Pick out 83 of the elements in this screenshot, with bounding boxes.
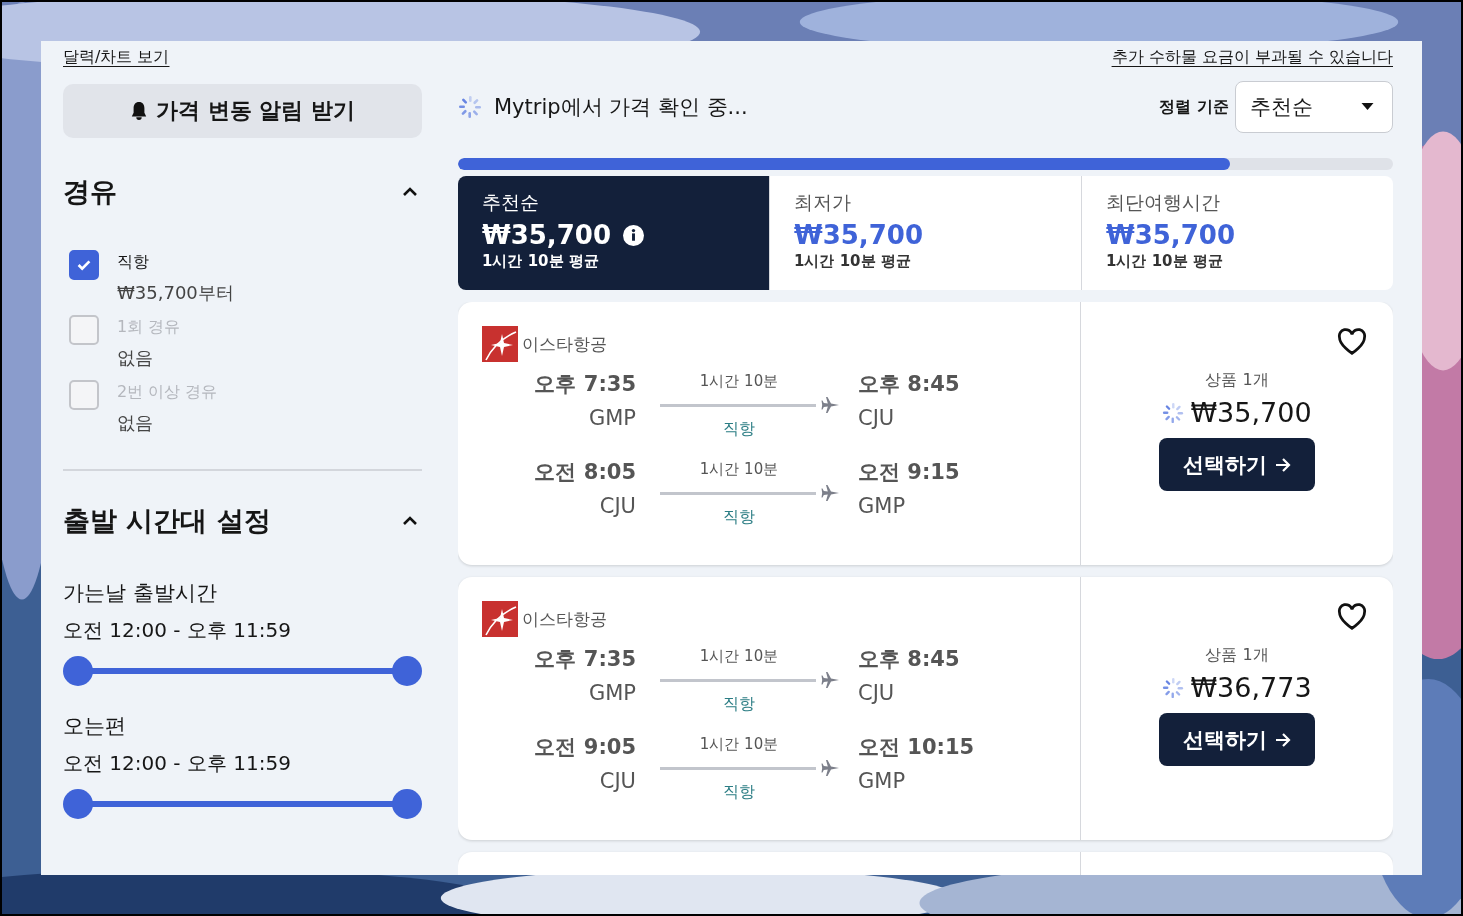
tab-price: ₩35,700 xyxy=(1106,220,1235,250)
range-value: 오전 12:00 - 오후 11:59 xyxy=(63,617,292,644)
flight-duration: 1시간 10분 xyxy=(698,647,780,666)
loading-icon xyxy=(1162,401,1185,424)
arrow-icon xyxy=(1275,732,1291,747)
airport-code: CJU xyxy=(599,494,636,518)
info-icon[interactable] xyxy=(623,224,644,246)
airline-logo-icon xyxy=(482,601,518,637)
slider-handle[interactable] xyxy=(392,656,422,686)
arrival-time: 오후 8:45 xyxy=(858,646,961,673)
option-label: 직항 xyxy=(117,252,150,273)
option-price: 없음 xyxy=(117,346,154,370)
tab-label: 추천순 xyxy=(482,190,540,215)
range-value: 오전 12:00 - 오후 11:59 xyxy=(63,750,292,777)
range-label: 오는편 xyxy=(63,713,127,740)
loading-icon xyxy=(1162,676,1185,699)
flight-duration: 1시간 10분 xyxy=(698,460,780,479)
departure-time: 오후 7:35 xyxy=(534,371,636,398)
tab-label: 최저가 xyxy=(794,190,852,215)
option-price: 없음 xyxy=(117,411,154,435)
tab-duration: 1시간 10분 평균 xyxy=(1106,252,1224,271)
offer-count: 상품 1개 xyxy=(1205,370,1269,391)
arrival-time: 오전 9:15 xyxy=(858,459,961,486)
section-title: 경유 xyxy=(63,175,117,209)
sort-label: 정렬 기준 xyxy=(1159,96,1229,118)
tab-price: ₩35,700 xyxy=(794,220,923,250)
tab-label: 최단여행시간 xyxy=(1106,190,1221,215)
select-button[interactable]: 선택하기 xyxy=(1159,713,1315,766)
airport-code: GMP xyxy=(588,406,636,430)
airport-code: GMP xyxy=(858,494,907,518)
range-slider[interactable] xyxy=(63,789,422,819)
airport-code: CJU xyxy=(858,681,896,705)
sort-tab[interactable]: 최단여행시간 ₩35,700 1시간 10분 평균 xyxy=(1081,176,1393,290)
stops-label: 직항 xyxy=(722,419,756,440)
sort-tab[interactable]: 추천순 ₩35,700 1시간 10분 평균 xyxy=(458,176,769,290)
stops-label: 직항 xyxy=(722,507,756,528)
tab-price: ₩35,700 xyxy=(482,220,611,250)
range-label: 가는날 출발시간 xyxy=(63,580,218,607)
stops-label: 직항 xyxy=(722,694,756,715)
departure-time: 오전 8:05 xyxy=(534,459,636,486)
departure-time: 오후 7:35 xyxy=(534,646,636,673)
heart-icon[interactable] xyxy=(1337,328,1367,356)
airline-name: 이스타항공 xyxy=(522,607,607,631)
chevron-icon[interactable] xyxy=(402,516,418,526)
slider-handle[interactable] xyxy=(63,656,93,686)
range-slider[interactable] xyxy=(63,656,422,686)
arrival-time: 오후 8:45 xyxy=(858,371,961,398)
calendar-chart-link[interactable]: 달력/차트 보기 xyxy=(63,47,170,68)
caret-icon xyxy=(1361,103,1374,111)
airport-code: GMP xyxy=(588,681,636,705)
status-text: Mytrip에서 가격 확인 중... xyxy=(494,94,749,121)
heart-icon[interactable] xyxy=(1337,603,1367,631)
flight-duration: 1시간 10분 xyxy=(698,372,780,391)
price: ₩36,773 xyxy=(1190,672,1312,703)
arrival-time: 오전 10:15 xyxy=(858,734,976,761)
bell-icon xyxy=(130,101,148,121)
sort-tab[interactable]: 최저가 ₩35,700 1시간 10분 평균 xyxy=(769,176,1081,290)
checkbox[interactable] xyxy=(69,250,99,280)
loading-icon xyxy=(458,95,482,119)
price-alert-button[interactable]: 가격 변동 알림 받기 xyxy=(63,84,422,138)
airport-code: CJU xyxy=(858,406,896,430)
tab-duration: 1시간 10분 평균 xyxy=(482,252,600,271)
option-price: ₩35,700부터 xyxy=(117,281,234,305)
option-label: 1회 경유 xyxy=(117,317,181,338)
chevron-icon[interactable] xyxy=(402,187,418,197)
option-label: 2번 이상 경유 xyxy=(117,382,218,403)
flight-duration: 1시간 10분 xyxy=(698,735,780,754)
airline-logo-icon xyxy=(482,326,518,362)
section-title: 출발 시간대 설정 xyxy=(63,504,271,538)
arrow-icon xyxy=(1275,457,1291,472)
offer-count: 상품 1개 xyxy=(1205,645,1269,666)
slider-handle[interactable] xyxy=(392,789,422,819)
slider-handle[interactable] xyxy=(63,789,93,819)
select-button[interactable]: 선택하기 xyxy=(1159,438,1315,491)
stops-label: 직항 xyxy=(722,782,756,803)
baggage-fee-link[interactable]: 추가 수하물 요금이 부과될 수 있습니다 xyxy=(1111,47,1393,68)
departure-time: 오전 9:05 xyxy=(534,734,636,761)
airport-code: GMP xyxy=(858,769,907,793)
airport-code: CJU xyxy=(599,769,636,793)
price: ₩35,700 xyxy=(1190,397,1312,428)
sort-dropdown[interactable]: 추천순 xyxy=(1235,81,1393,133)
airline-name: 이스타항공 xyxy=(522,332,607,356)
tab-duration: 1시간 10분 평균 xyxy=(794,252,912,271)
